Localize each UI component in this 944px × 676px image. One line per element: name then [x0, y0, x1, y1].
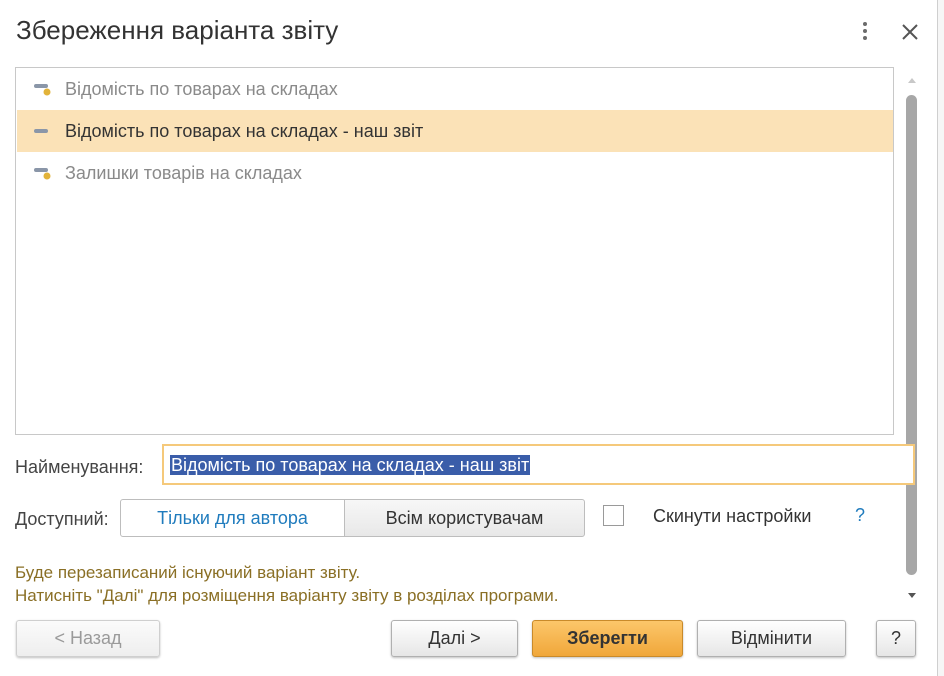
next-button[interactable]: Далі > [391, 620, 518, 657]
info-text-line2: Натисніть "Далі" для розміщення варіанту… [15, 586, 559, 605]
save-button[interactable]: Зберегти [532, 620, 683, 657]
help-link[interactable]: ? [855, 505, 865, 526]
close-icon[interactable] [898, 20, 922, 44]
list-item-selected[interactable]: Відомість по товарах на складах - наш зв… [17, 110, 893, 152]
only-author-option[interactable]: Тільки для автора [120, 499, 345, 537]
all-users-option[interactable]: Всім користувачам [344, 499, 585, 537]
reset-settings-label[interactable]: Скинути настройки [653, 506, 811, 527]
report-variant-icon [33, 165, 53, 181]
cancel-button[interactable]: Відмінити [697, 620, 846, 657]
list-item-label: Залишки товарів на складах [65, 163, 302, 183]
help-button[interactable]: ? [876, 620, 916, 657]
dialog-title: Збереження варіанта звіту [16, 15, 339, 45]
list-item-label: Відомість по товарах на складах [65, 79, 338, 99]
report-variant-icon [33, 123, 53, 139]
info-text-line1: Буде перезаписаний існуючий варіант звіт… [15, 563, 361, 582]
name-input-value: Відомість по товарах на складах - наш зв… [170, 455, 531, 475]
background-window-edge [937, 0, 944, 676]
report-variants-list[interactable]: Відомість по товарах на складах Відоміст… [15, 67, 894, 435]
name-input[interactable]: Відомість по товарах на складах - наш зв… [162, 444, 915, 485]
reset-settings-checkbox[interactable] [603, 505, 624, 526]
report-variant-icon [33, 81, 53, 97]
available-label: Доступний: [15, 509, 109, 529]
back-button[interactable]: < Назад [16, 620, 160, 657]
list-item-label: Відомість по товарах на складах - наш зв… [65, 121, 424, 141]
list-item[interactable]: Відомість по товарах на складах [17, 68, 893, 110]
scrollbar-thumb[interactable] [906, 95, 917, 575]
more-options-icon[interactable] [857, 22, 873, 44]
list-item[interactable]: Залишки товарів на складах [17, 152, 893, 194]
scroll-down-icon[interactable] [905, 588, 919, 598]
scroll-up-icon[interactable] [905, 72, 919, 83]
name-label: Найменування: [15, 457, 144, 477]
